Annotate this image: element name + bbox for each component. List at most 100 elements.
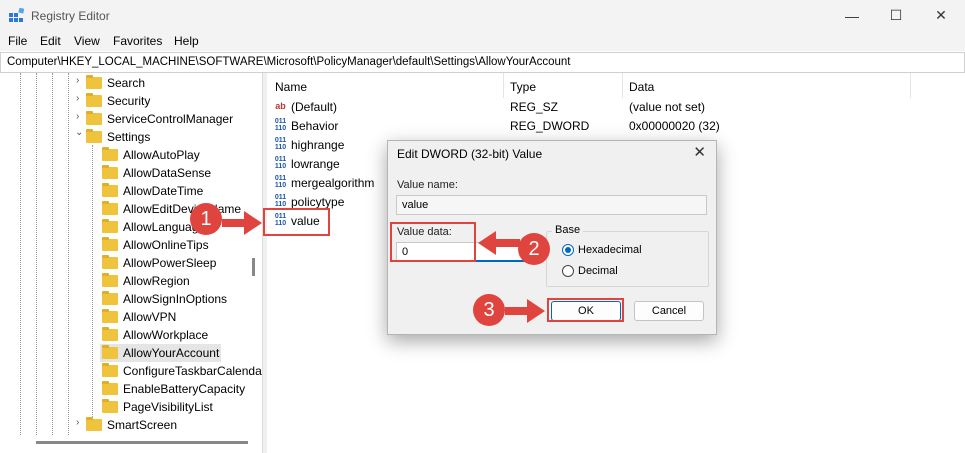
column-header-data[interactable]: Data <box>629 80 654 94</box>
column-separator[interactable] <box>910 73 911 98</box>
folder-icon <box>86 417 102 431</box>
column-separator[interactable] <box>503 73 504 98</box>
tree-item-smartscreen[interactable]: SmartScreen <box>86 416 177 434</box>
base-groupbox <box>546 231 709 287</box>
tree-item-allowsigninoptions[interactable]: AllowSignInOptions <box>102 290 227 308</box>
folder-icon <box>102 165 118 179</box>
address-path: Computer\HKEY_LOCAL_MACHINE\SOFTWARE\Mic… <box>7 56 571 68</box>
dword-value-icon: 011 110 <box>274 156 287 170</box>
folder-icon <box>102 201 118 215</box>
tree-guide-line <box>36 73 38 435</box>
column-header-type[interactable]: Type <box>510 80 536 94</box>
table-row[interactable]: ab (Default) REG_SZ (value not set) <box>273 97 963 116</box>
folder-icon <box>102 327 118 341</box>
menu-file[interactable]: File <box>8 34 27 48</box>
expand-chevron-icon[interactable]: › <box>76 75 79 86</box>
dword-value-icon: 011 110 <box>274 118 287 132</box>
folder-icon <box>86 75 102 89</box>
expand-chevron-icon[interactable]: › <box>76 417 79 428</box>
tree-guide-line <box>68 73 70 435</box>
value-name-label: Value name: <box>397 179 458 191</box>
menu-view[interactable]: View <box>74 34 100 48</box>
table-row[interactable]: 011 110 Behavior REG_DWORD 0x00000020 (3… <box>273 116 963 135</box>
expand-chevron-icon[interactable]: › <box>76 93 79 104</box>
hexadecimal-radio[interactable] <box>562 244 574 256</box>
tree-item-search[interactable]: Search <box>86 74 145 92</box>
menu-bar: File Edit View Favorites Help <box>0 31 965 51</box>
tree-vertical-scrollbar[interactable] <box>252 258 255 276</box>
callout-badge-3: 3 <box>473 294 505 326</box>
decimal-label[interactable]: Decimal <box>578 265 618 277</box>
tree-item-settings[interactable]: Settings <box>86 128 150 146</box>
column-separator[interactable] <box>622 73 623 98</box>
callout-highlight-value-data <box>390 222 476 262</box>
tree-horizontal-scroll-track <box>0 436 262 453</box>
folder-icon <box>102 381 118 395</box>
folder-icon <box>86 111 102 125</box>
callout-badge-2: 2 <box>518 233 550 265</box>
address-bar[interactable]: Computer\HKEY_LOCAL_MACHINE\SOFTWARE\Mic… <box>0 52 965 73</box>
dword-value-icon: 011 110 <box>274 137 287 151</box>
maximize-button[interactable]: ☐ <box>873 0 919 31</box>
tree-item-enablebatterycapacity[interactable]: EnableBatteryCapacity <box>102 380 245 398</box>
folder-icon <box>86 129 102 143</box>
registry-editor-icon <box>9 8 24 22</box>
tree-item-allowdatetime[interactable]: AllowDateTime <box>102 182 203 200</box>
base-label: Base <box>552 224 584 236</box>
callout-badge-1: 1 <box>190 203 222 235</box>
menu-favorites[interactable]: Favorites <box>113 34 162 48</box>
tree-item-allowvpn[interactable]: AllowVPN <box>102 308 176 326</box>
folder-icon <box>102 309 118 323</box>
tree-item-allowpowersleep[interactable]: AllowPowerSleep <box>102 254 216 272</box>
folder-icon <box>102 183 118 197</box>
folder-icon <box>102 219 118 233</box>
callout-highlight-value-row <box>263 208 330 236</box>
collapse-chevron-icon[interactable]: ⌄ <box>75 127 83 138</box>
key-tree[interactable]: › Search › Security › ServiceControlMana… <box>0 73 262 435</box>
callout-highlight-ok <box>547 298 624 322</box>
tree-item-pagevisibilitylist[interactable]: PageVisibilityList <box>102 398 213 416</box>
value-name-field[interactable]: value <box>396 195 707 215</box>
folder-icon <box>102 273 118 287</box>
tree-item-servicecontrolmanager[interactable]: ServiceControlManager <box>86 110 233 128</box>
menu-edit[interactable]: Edit <box>40 34 61 48</box>
tree-guide-line <box>92 145 94 417</box>
window-title: Registry Editor <box>31 9 110 23</box>
tree-item-allowworkplace[interactable]: AllowWorkplace <box>102 326 208 344</box>
folder-icon <box>102 399 118 413</box>
tree-item-allowregion[interactable]: AllowRegion <box>102 272 190 290</box>
tree-horizontal-scrollbar[interactable] <box>36 441 248 444</box>
dword-value-icon: 011 110 <box>274 175 287 189</box>
folder-icon <box>102 345 118 359</box>
tree-item-configuretaskbarcalendar[interactable]: ConfigureTaskbarCalendar <box>102 362 262 380</box>
cancel-button[interactable]: Cancel <box>634 301 704 321</box>
folder-icon <box>102 291 118 305</box>
folder-icon <box>102 147 118 161</box>
close-button[interactable]: ✕ <box>918 0 964 31</box>
callout-arrow-1 <box>222 211 262 235</box>
callout-arrow-2 <box>478 231 520 255</box>
folder-icon <box>102 363 118 377</box>
folder-icon <box>86 93 102 107</box>
tree-item-allowonlinetips[interactable]: AllowOnlineTips <box>102 236 209 254</box>
menu-help[interactable]: Help <box>174 34 199 48</box>
folder-icon <box>102 237 118 251</box>
tree-item-allowyouraccount[interactable]: AllowYourAccount <box>100 344 222 362</box>
dialog-title: Edit DWORD (32-bit) Value <box>397 147 543 161</box>
tree-item-allowautoplay[interactable]: AllowAutoPlay <box>102 146 200 164</box>
minimize-button[interactable]: — <box>829 0 875 31</box>
string-value-icon: ab <box>275 101 286 111</box>
hexadecimal-label[interactable]: Hexadecimal <box>578 244 642 256</box>
dialog-close-icon[interactable]: ✕ <box>693 143 706 161</box>
tree-guide-line <box>52 73 54 435</box>
column-header-name[interactable]: Name <box>275 80 307 94</box>
tree-item-security[interactable]: Security <box>86 92 150 110</box>
tree-item-allowdatasense[interactable]: AllowDataSense <box>102 164 211 182</box>
callout-arrow-3 <box>505 299 545 323</box>
expand-chevron-icon[interactable]: › <box>76 111 79 122</box>
decimal-radio[interactable] <box>562 265 574 277</box>
dword-value-icon: 011 110 <box>274 194 287 208</box>
title-bar: Registry Editor — ☐ ✕ <box>0 0 965 31</box>
tree-guide-line <box>20 73 22 435</box>
folder-icon <box>102 255 118 269</box>
